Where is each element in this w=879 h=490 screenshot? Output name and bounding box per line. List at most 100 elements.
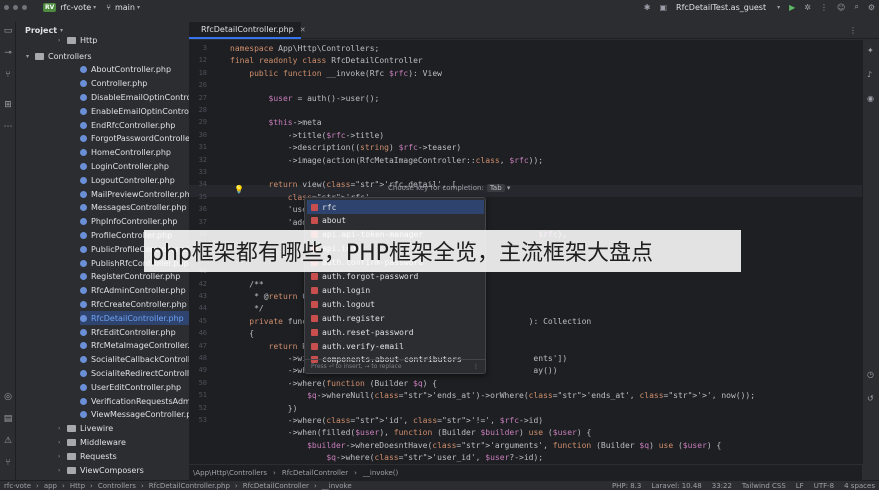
tree-folder[interactable]: › Middleware [58, 435, 189, 449]
tree-file[interactable]: RfcCreateController.php [80, 297, 189, 311]
editor-tab[interactable]: RfcDetailController.php ✕ [189, 22, 306, 39]
laravel-version[interactable]: Laravel: 10.48 [651, 482, 701, 490]
chevron-down-icon[interactable]: ▾ [60, 27, 63, 34]
settings-icon[interactable]: ⚙ [868, 3, 875, 12]
chevron-down-icon[interactable]: ▾ [777, 4, 780, 11]
tree-file[interactable]: RfcAdminController.php [80, 284, 189, 298]
history-icon[interactable]: ↺ [867, 394, 874, 403]
status-crumb[interactable]: RfcDetailController [243, 482, 309, 490]
git-branch-icon[interactable]: ⑂ [3, 70, 13, 80]
breadcrumb-item[interactable]: \App\Http\Controllers [193, 469, 267, 477]
chevron-right-icon[interactable]: › [58, 467, 67, 474]
services-icon[interactable]: ◎ [3, 392, 13, 402]
code-line[interactable]: ->image(action(RfcMetaImageController::c… [230, 156, 543, 165]
code-line[interactable]: return Rf [230, 342, 312, 351]
breadcrumb-item[interactable]: __invoke() [363, 469, 398, 477]
completion-key[interactable]: Tab [486, 184, 505, 192]
ai-icon[interactable]: ✦ [867, 46, 874, 55]
chevron-right-icon[interactable]: › [58, 453, 67, 460]
code-line[interactable]: * @return Co [230, 292, 312, 301]
status-crumb[interactable]: app [44, 482, 57, 490]
code-line[interactable]: ->when(filled($user), function (Builder … [230, 428, 592, 437]
status-crumb[interactable]: RfcDetailController.php [149, 482, 230, 490]
code-line[interactable]: $this->meta [230, 118, 322, 127]
status-crumb[interactable]: rfc-vote [4, 482, 31, 490]
tailwind-status[interactable]: Tailwind CSS [742, 482, 786, 490]
more-icon[interactable]: ⋮ [473, 363, 479, 370]
code-line[interactable]: 'addi [230, 218, 312, 227]
php-version[interactable]: PHP: 8.3 [612, 482, 641, 490]
window-controls[interactable] [4, 4, 27, 10]
file-encoding[interactable]: UTF-8 [814, 482, 834, 490]
code-line[interactable]: $q->where(class="str">'user_id', $user?-… [230, 453, 543, 462]
chevron-down-icon[interactable]: ▾ [26, 53, 35, 60]
database-icon[interactable]: ◉ [867, 94, 874, 103]
more-icon[interactable]: ⋮ [820, 3, 828, 12]
terminal-icon[interactable]: ▤ [3, 414, 13, 424]
code-line[interactable]: ->title($rfc->title) [230, 131, 384, 140]
more-tools-icon[interactable]: ⋯ [3, 122, 13, 132]
tree-file[interactable]: RfcDetailController.php [80, 311, 189, 326]
completion-item[interactable]: rfc [307, 200, 484, 214]
user-icon[interactable]: ☺ [837, 3, 845, 12]
tree-file[interactable]: LoginController.php [80, 159, 189, 173]
run-config-selector[interactable]: RfcDetailTest.as_guest [676, 3, 766, 12]
folder-icon[interactable]: ▭ [3, 26, 13, 36]
tree-file[interactable]: SocialiteRedirectController.php [80, 366, 189, 380]
tree-folder[interactable]: › Livewire [58, 422, 189, 436]
code-line[interactable]: 'user [230, 205, 312, 214]
tree-folder[interactable]: ▾ Controllers [26, 49, 189, 63]
chevron-down-icon[interactable]: ▾ [137, 4, 140, 11]
project-name[interactable]: rfc-vote [60, 3, 91, 12]
lightbulb-icon[interactable]: 💡 [234, 185, 244, 194]
gauge-icon[interactable]: ◷ [867, 370, 874, 379]
tree-file[interactable]: LogoutController.php [80, 173, 189, 187]
tree-file[interactable]: RfcMetaImageController.php [80, 339, 189, 353]
code-line[interactable]: /** [230, 280, 263, 289]
structure-icon[interactable]: ⊞ [3, 100, 13, 110]
tree-file[interactable]: ForgotPasswordController.php [80, 132, 189, 146]
search-icon[interactable]: ⌕ [854, 2, 858, 12]
chevron-down-icon[interactable]: ▾ [93, 4, 96, 11]
tree-file[interactable]: SocialiteCallbackController.php [80, 353, 189, 367]
code-line[interactable]: public function __invoke(Rfc $rfc): View [230, 69, 442, 78]
tree-file[interactable]: HomeController.php [80, 146, 189, 160]
status-crumb[interactable]: Http [70, 482, 85, 490]
code-line[interactable]: { [230, 329, 254, 338]
code-line[interactable]: $user = auth()->user(); [230, 94, 380, 103]
tree-file[interactable]: DisableEmailOptinController.php [80, 90, 189, 104]
git-icon[interactable]: ⑂ [3, 458, 13, 468]
notifications-icon[interactable]: ♪ [867, 70, 872, 79]
code-line[interactable]: $q->whereNull(class="str">'ends_at')->or… [230, 391, 755, 400]
tree-file[interactable]: RfcEditController.php [80, 325, 189, 339]
completion-item[interactable]: auth.login [307, 283, 484, 297]
tree-file[interactable]: UserEditController.php [80, 380, 189, 394]
code-line[interactable]: }) [230, 404, 298, 413]
chevron-right-icon[interactable]: › [58, 439, 67, 446]
code-line[interactable]: final readonly class RfcDetailController [230, 56, 423, 65]
chevron-right-icon[interactable]: › [58, 425, 67, 432]
code-line[interactable]: */ [230, 304, 264, 313]
completion-item[interactable]: auth.register [307, 311, 484, 325]
debug-icon[interactable]: ✱ [644, 3, 651, 12]
branch-name[interactable]: main [115, 3, 135, 12]
tree-file[interactable]: VerificationRequestsAdminController.php [80, 394, 189, 408]
code-line[interactable]: $builder->whereDoesntHave(class="str">'a… [230, 441, 721, 450]
run-icon[interactable]: ▶ [789, 3, 795, 12]
tree-file[interactable]: EnableEmailOptinController.php [80, 104, 189, 118]
commit-icon[interactable]: ⊸ [3, 48, 13, 58]
completion-item[interactable]: auth.reset-password [307, 325, 484, 339]
problems-icon[interactable]: ⚠ [3, 436, 13, 446]
breadcrumb-item[interactable]: RfcDetailController [282, 469, 348, 477]
completion-item[interactable]: auth.logout [307, 297, 484, 311]
close-icon[interactable]: ✕ [300, 26, 306, 34]
cursor-position[interactable]: 33:22 [712, 482, 732, 490]
tree-file[interactable]: MessagesController.php [80, 201, 189, 215]
code-line[interactable]: ->where(class="str">'id', class="str">'!… [230, 416, 543, 425]
chevron-down-icon[interactable]: ▾ [505, 184, 511, 192]
tree-file[interactable]: MailPreviewController.php [80, 187, 189, 201]
tree-file[interactable]: AboutController.php [80, 63, 189, 77]
tree-file[interactable]: Controller.php [80, 77, 189, 91]
project-badge[interactable]: RV [43, 2, 57, 12]
tree-folder[interactable]: › ViewComposers [58, 463, 189, 477]
